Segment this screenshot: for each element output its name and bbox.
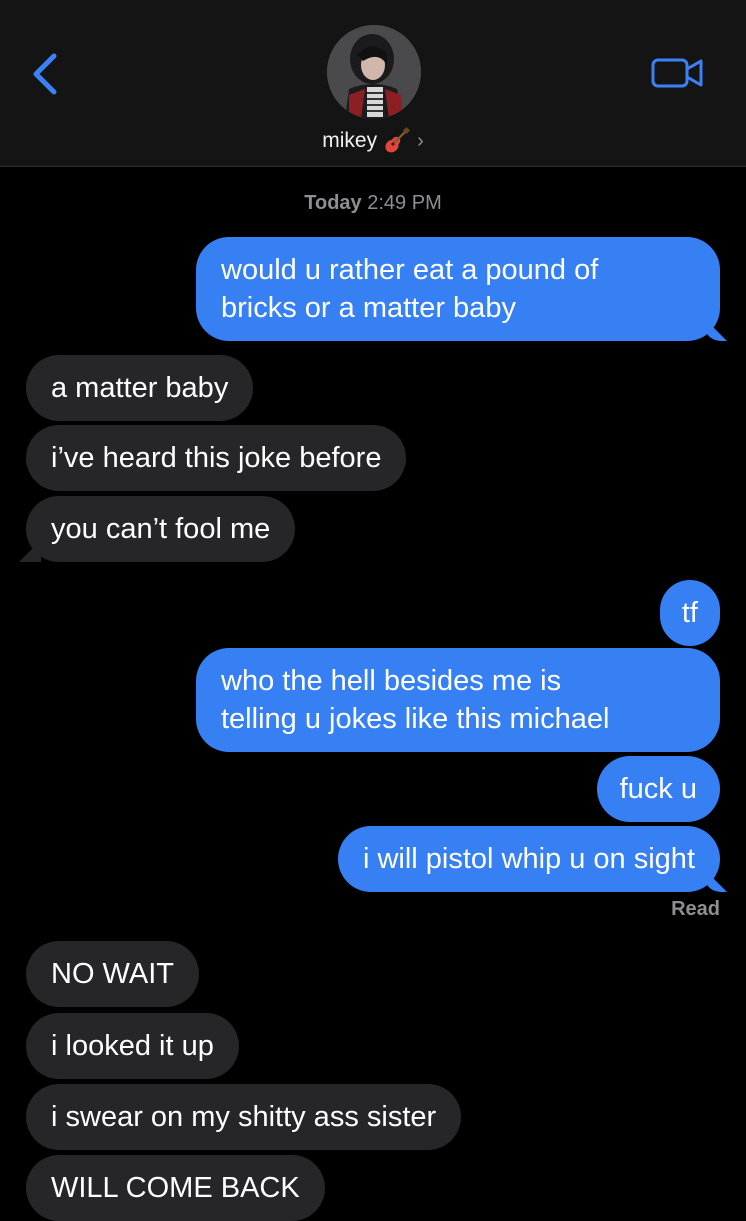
read-receipt: Read xyxy=(671,898,720,920)
contact-avatar[interactable] xyxy=(327,25,421,119)
chevron-left-icon xyxy=(33,53,57,95)
avatar-photo xyxy=(327,25,421,119)
message-text-line: who the hell besides me is xyxy=(221,665,562,697)
guitar-icon xyxy=(381,126,411,156)
conversation-header: mikey › xyxy=(0,0,746,167)
message-text: i looked it up xyxy=(51,1030,214,1062)
message-bubble-incoming[interactable]: i looked it up xyxy=(26,1013,239,1079)
message-text: WILL COME BACK xyxy=(51,1172,300,1204)
facetime-video-button[interactable] xyxy=(650,55,706,91)
message-text: tf xyxy=(681,597,698,629)
message-text-line: would u rather eat a pound of xyxy=(221,254,599,286)
message-timestamp: Today 2:49 PM xyxy=(0,192,746,215)
message-text: i swear on my shitty ass sister xyxy=(51,1101,437,1133)
message-bubble-outgoing[interactable]: who the hell besides me is telling u jok… xyxy=(196,648,720,752)
contact-name-row[interactable]: mikey › xyxy=(0,126,746,156)
message-text-line: telling u jokes like this michael xyxy=(221,703,610,735)
message-bubble-outgoing[interactable]: i will pistol whip u on sight xyxy=(337,826,720,892)
timestamp-day: Today xyxy=(304,192,362,214)
message-bubble-outgoing[interactable]: fuck u xyxy=(596,756,720,822)
timestamp-time: 2:49 PM xyxy=(367,192,442,214)
message-text: NO WAIT xyxy=(51,958,174,990)
back-button[interactable] xyxy=(26,46,66,102)
message-text: a matter baby xyxy=(51,372,229,404)
chevron-right-icon: › xyxy=(417,130,424,152)
contact-name: mikey xyxy=(322,129,378,152)
message-bubble-outgoing[interactable]: would u rather eat a pound of bricks or … xyxy=(196,237,720,341)
message-text: i’ve heard this joke before xyxy=(51,442,382,474)
message-text-line: bricks or a matter baby xyxy=(221,292,516,324)
message-bubble-incoming[interactable]: i swear on my shitty ass sister xyxy=(26,1084,462,1150)
message-bubble-incoming[interactable]: WILL COME BACK xyxy=(26,1155,325,1221)
message-text: you can’t fool me xyxy=(51,513,271,545)
message-bubble-outgoing[interactable]: tf xyxy=(659,580,720,646)
message-text: fuck u xyxy=(619,773,697,805)
message-text: i will pistol whip u on sight xyxy=(362,843,695,875)
message-bubble-incoming[interactable]: you can’t fool me xyxy=(26,496,296,562)
video-camera-icon xyxy=(651,58,703,88)
message-bubble-incoming[interactable]: NO WAIT xyxy=(26,941,199,1007)
message-bubble-incoming[interactable]: i’ve heard this joke before xyxy=(26,425,407,491)
message-bubble-incoming[interactable]: a matter baby xyxy=(26,355,254,421)
